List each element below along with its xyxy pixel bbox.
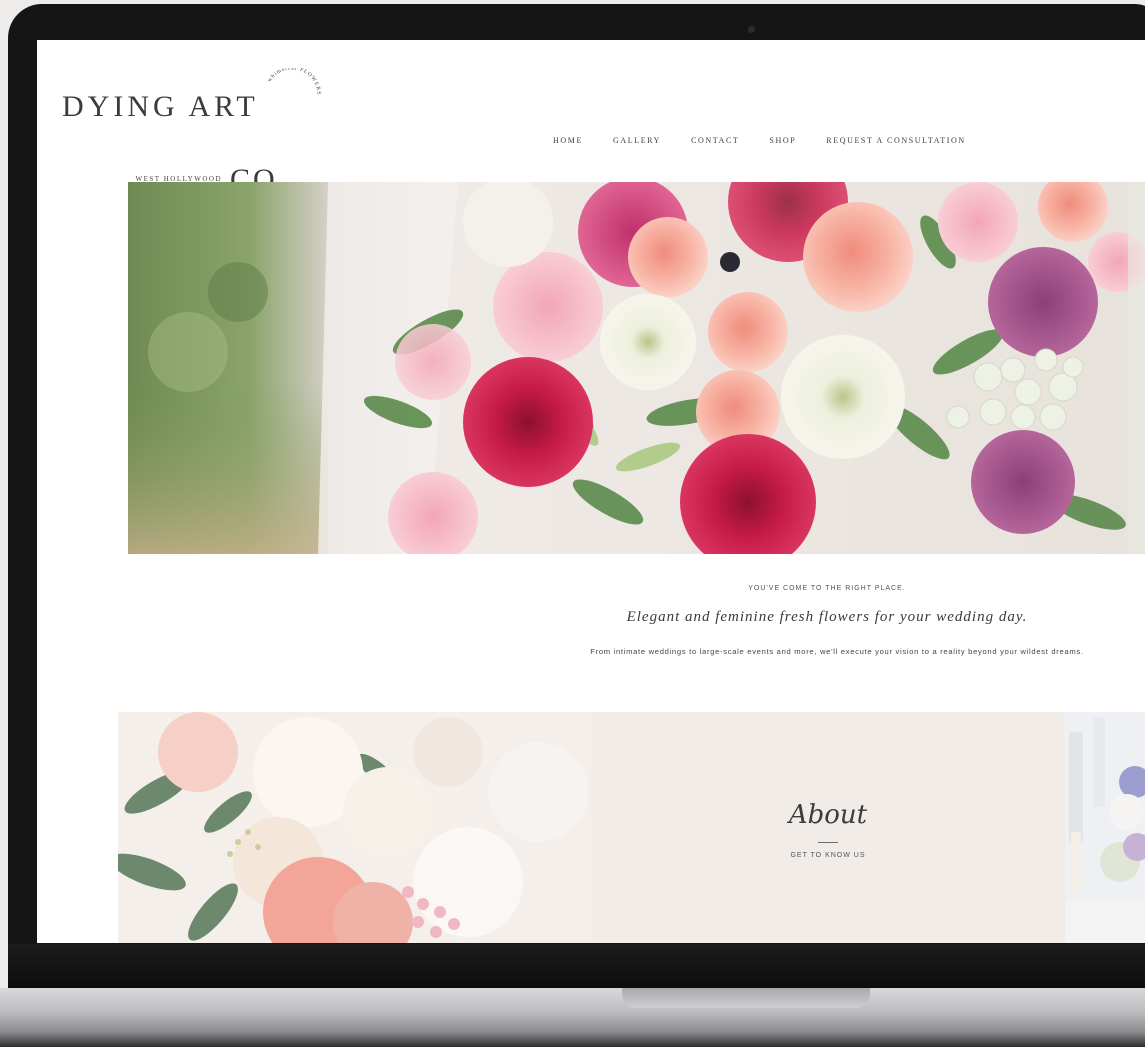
about-divider: [818, 842, 838, 843]
about-title: About: [788, 800, 868, 830]
intro-headline: Elegant and feminine fresh flowers for y…: [626, 609, 1028, 625]
floral-arrangement-illustration: [118, 712, 591, 943]
nav-home[interactable]: HOME: [553, 136, 583, 145]
site-logo[interactable]: DYING ART CO WEST HOLLYWOOD CALIFORNIA w…: [62, 68, 321, 196]
about-get-to-know-us-link[interactable]: GET TO KNOW US: [591, 852, 1065, 859]
hero-bouquet-image: [128, 182, 1145, 554]
laptop-chin: [8, 944, 1145, 988]
logo-arc-text: whimsical FLOWERS: [267, 68, 322, 96]
bouquet-illustration: [128, 182, 1145, 554]
about-panel[interactable]: About GET TO KNOW US: [591, 712, 1065, 943]
laptop-base: [0, 988, 1145, 1047]
webcam: [748, 26, 755, 33]
svg-text:whimsical FLOWERS: whimsical FLOWERS: [267, 68, 322, 96]
nav-shop[interactable]: SHOP: [769, 136, 796, 145]
logo-arc-textpath: whimsical FLOWERS: [267, 68, 321, 96]
main-nav: HOME GALLERY CONTACT SHOP REQUEST A CONS…: [553, 136, 966, 145]
intro-kicker: YOU'VE COME TO THE RIGHT PLACE.: [748, 585, 906, 592]
floral-tile-image[interactable]: [118, 712, 591, 943]
table-setting-tile-image[interactable]: [1065, 712, 1145, 943]
website-screen: DYING ART CO WEST HOLLYWOOD CALIFORNIA w…: [37, 40, 1145, 943]
intro-subline: From intimate weddings to large-scale ev…: [590, 647, 1084, 656]
logo-brand: DYING ART: [62, 90, 259, 123]
laptop-notch: [622, 988, 870, 1008]
nav-contact[interactable]: CONTACT: [691, 136, 739, 145]
table-setting-illustration: [1065, 712, 1145, 943]
nav-gallery[interactable]: GALLERY: [613, 136, 661, 145]
nav-request-consultation[interactable]: REQUEST A CONSULTATION: [826, 136, 965, 145]
